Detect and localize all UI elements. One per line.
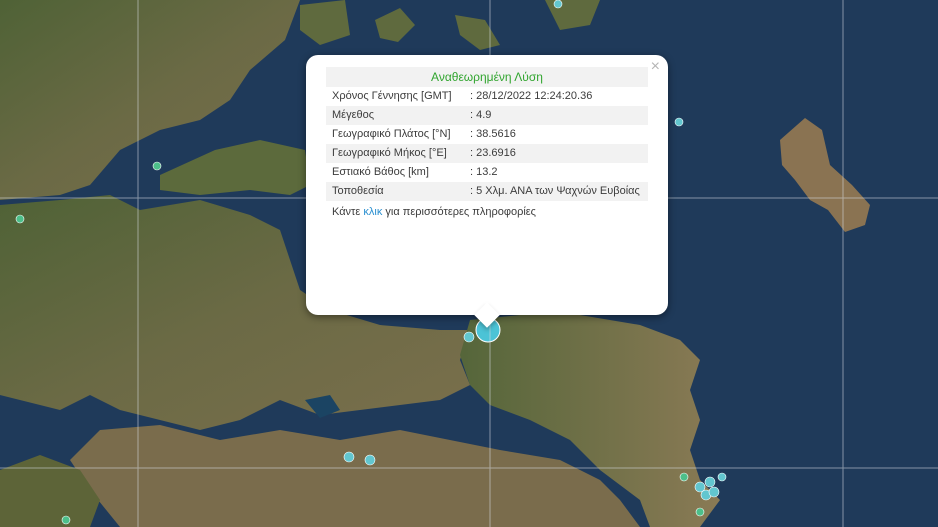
origin-time-label: Χρόνος Γέννησης [GMT] [332, 90, 452, 102]
more-info-suffix: για περισσότερες πληροφορίες [382, 206, 536, 218]
event-marker[interactable] [708, 486, 720, 498]
event-marker[interactable] [679, 472, 689, 482]
event-marker[interactable] [553, 0, 563, 9]
magnitude-label: Μέγεθος [326, 106, 464, 125]
event-marker[interactable] [343, 451, 355, 463]
location-label: Τοποθεσία [326, 182, 464, 201]
event-marker[interactable] [674, 117, 684, 127]
table-row: Εστιακό Βάθος [km] : 13.2 [326, 163, 648, 182]
table-row: Μέγεθος : 4.9 [326, 106, 648, 125]
depth-label: Εστιακό Βάθος [km] [332, 166, 429, 178]
magnitude-value: : 4.9 [464, 106, 648, 125]
table-row: Γεωγραφικό Πλάτος [°N] : 38.5616 [326, 125, 648, 144]
location-value: : 5 Χλμ. ΑΝΑ των Ψαχνών Ευβοίας [464, 182, 648, 201]
event-marker[interactable] [463, 331, 475, 343]
event-marker[interactable] [152, 161, 162, 171]
event-marker[interactable] [704, 476, 716, 488]
event-info-popup: × Αναθεωρημένη Λύση Χρόνος Γέννησης [GMT… [306, 55, 668, 328]
more-info-line: Κάντε κλικ για περισσότερες πληροφορίες [326, 206, 648, 218]
event-marker[interactable] [717, 472, 727, 482]
event-marker[interactable] [695, 507, 705, 517]
longitude-label: Γεωγραφικό Μήκος [°E] [326, 144, 464, 163]
table-header-row: Αναθεωρημένη Λύση [326, 67, 648, 87]
popup-title: Αναθεωρημένη Λύση [326, 67, 648, 87]
event-details-table: Αναθεωρημένη Λύση Χρόνος Γέννησης [GMT] … [326, 67, 648, 201]
event-marker[interactable] [15, 214, 25, 224]
origin-time-value: : 28/12/2022 12:24:20.36 [470, 90, 593, 102]
depth-value: : 13.2 [470, 166, 498, 178]
more-info-prefix: Κάντε [332, 206, 364, 218]
longitude-value: : 23.6916 [464, 144, 648, 163]
latitude-value: : 38.5616 [470, 128, 516, 140]
event-marker[interactable] [61, 515, 71, 525]
latitude-label: Γεωγραφικό Πλάτος [°N] [332, 128, 451, 140]
table-row: Γεωγραφικό Μήκος [°E] : 23.6916 [326, 144, 648, 163]
table-row: Τοποθεσία : 5 Χλμ. ΑΝΑ των Ψαχνών Ευβοία… [326, 182, 648, 201]
more-info-link[interactable]: κλικ [363, 206, 382, 218]
close-icon[interactable]: × [651, 59, 660, 75]
event-marker[interactable] [364, 454, 376, 466]
table-row: Χρόνος Γέννησης [GMT] : 28/12/2022 12:24… [326, 87, 648, 106]
